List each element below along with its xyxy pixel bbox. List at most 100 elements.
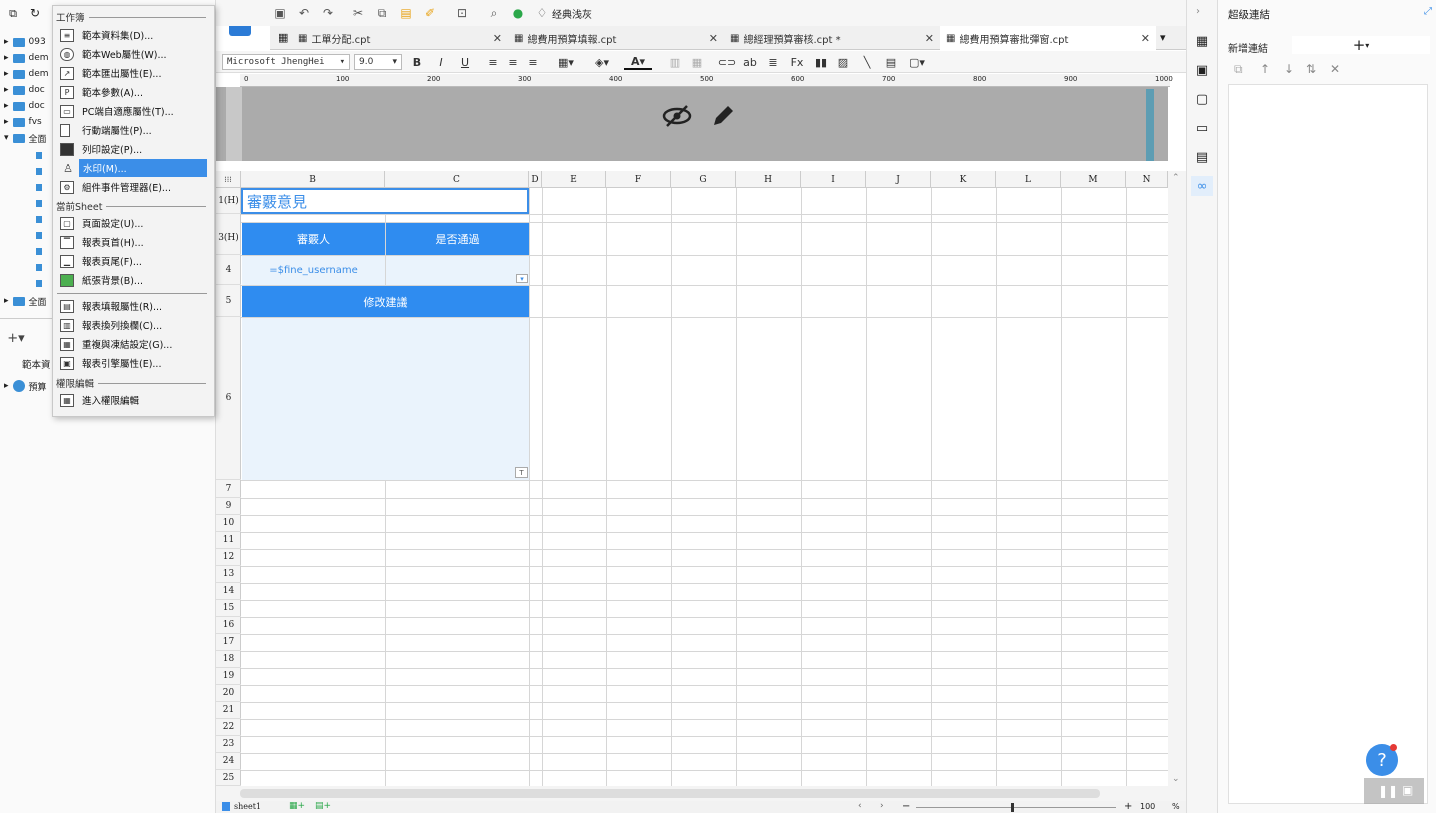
column-header[interactable]: C	[385, 171, 529, 188]
tree-item[interactable]: ▸ 093	[4, 34, 46, 50]
merge-icon[interactable]: ▥	[668, 54, 682, 70]
scroll-down-icon[interactable]: ⌄	[1172, 774, 1180, 784]
move-up-icon[interactable]: ↑	[1260, 62, 1270, 76]
tree-item[interactable]: ▸ fvs	[4, 114, 42, 130]
menu-item-export-attr[interactable]: ↗ 範本匯出屬性(E)...	[55, 64, 207, 82]
add-sheet-icon[interactable]: ▦+	[288, 801, 306, 811]
cell-attr-icon[interactable]: ▦	[1194, 33, 1210, 49]
file-item[interactable]	[36, 211, 46, 227]
help-button[interactable]: ?	[1366, 744, 1398, 776]
sheet-tab[interactable]: sheet1	[234, 802, 261, 811]
zoom-slider-handle[interactable]	[1011, 803, 1014, 812]
refresh-icon[interactable]: ↻	[28, 6, 42, 20]
menu-item-column-switch[interactable]: ▥ 報表換列換欄(C)...	[55, 316, 207, 334]
column-header[interactable]: J	[866, 171, 931, 188]
file-item[interactable]	[36, 179, 46, 195]
theme-label[interactable]: 经典浅灰	[552, 6, 592, 21]
font-color-icon[interactable]: A▾	[624, 54, 652, 70]
tree-item[interactable]: ▾ 全面	[4, 130, 47, 146]
suggestion-header-cell[interactable]: 修改建議	[242, 286, 529, 317]
column-header[interactable]: B	[241, 171, 385, 188]
widget-settings-icon[interactable]: ▭	[1194, 120, 1210, 136]
menu-item-pc-adaptive[interactable]: ▭ PC端自適應屬性(T)...	[55, 102, 207, 120]
tree-item[interactable]: ▸ dem	[4, 66, 49, 82]
row-header[interactable]: 9	[216, 498, 241, 515]
menu-item-paper-background[interactable]: 紙張背景(B)...	[55, 271, 207, 289]
menu-item-engine-attr[interactable]: ▣ 報表引擎屬性(E)...	[55, 354, 207, 372]
close-icon[interactable]: ✕	[925, 32, 934, 45]
tab-work-order[interactable]: ▦ 工單分配.cpt ✕	[292, 26, 508, 50]
row-header[interactable]: 22	[216, 719, 241, 736]
border-icon[interactable]: ▦▾	[554, 54, 578, 70]
tab-menu-icon[interactable]: ▾	[1160, 31, 1166, 44]
expand-icon[interactable]: ⤢	[1424, 6, 1432, 17]
float-element-icon[interactable]: ▢	[1194, 91, 1210, 107]
passed-header-cell[interactable]: 是否通過	[386, 223, 529, 255]
scroll-thumb[interactable]	[240, 789, 1100, 798]
preview-icon[interactable]: ⊡	[454, 5, 470, 21]
menu-item-parameters[interactable]: P 範本參數(A)...	[55, 83, 207, 101]
align-center-icon[interactable]: ≡	[506, 54, 520, 70]
title-cell[interactable]: 審覈意見	[241, 188, 529, 214]
zoom-out-icon[interactable]: −	[902, 801, 910, 812]
picture-icon[interactable]: ▨	[836, 54, 850, 70]
column-header[interactable]: I	[801, 171, 866, 188]
menu-item-event-manager[interactable]: ⚙ 組件事件管理器(E)...	[55, 178, 207, 196]
align-left-icon[interactable]: ≡	[486, 54, 500, 70]
scroll-up-icon[interactable]: ⌃	[1172, 173, 1180, 183]
row-header[interactable]: 10	[216, 515, 241, 532]
tab-approval-popup[interactable]: ▦ 總費用預算審批彈窗.cpt ✕	[940, 26, 1156, 50]
next-sheet-icon[interactable]: ›	[880, 801, 884, 811]
cell-element-icon[interactable]: ▣	[1194, 62, 1210, 78]
link-list[interactable]	[1228, 84, 1428, 804]
column-header[interactable]: K	[931, 171, 996, 188]
new-folder-icon[interactable]: ⧉	[6, 7, 20, 21]
file-item[interactable]	[36, 163, 46, 179]
spreadsheet-grid[interactable]: 審覈意見 審覈人 是否通過 =$fine_username ▾ 修改建議 T	[241, 188, 1168, 786]
font-size-select[interactable]: 9.0 ▾	[354, 54, 402, 70]
row-header[interactable]: 14	[216, 583, 241, 600]
tab-budget-fill[interactable]: ▦ 總費用預算填報.cpt ✕	[508, 26, 724, 50]
suggestion-textarea-cell[interactable]: T	[242, 318, 529, 480]
hyperlink-icon[interactable]: ∞	[1191, 176, 1213, 196]
dropdown-widget-icon[interactable]: ▾	[516, 274, 528, 283]
vertical-scrollbar[interactable]: ⌃ ⌄	[1168, 171, 1186, 786]
approver-header-cell[interactable]: 審覈人	[242, 223, 385, 255]
close-icon[interactable]: ✕	[1141, 32, 1150, 45]
zoom-slider[interactable]	[916, 807, 1116, 808]
text-icon[interactable]: ab	[742, 54, 758, 70]
textarea-widget-icon[interactable]: T	[515, 467, 528, 478]
add-datasource-icon[interactable]: +▾	[6, 331, 26, 346]
row-header[interactable]: 20	[216, 685, 241, 702]
unmerge-icon[interactable]: ▦	[690, 54, 704, 70]
check-icon[interactable]: ●	[510, 5, 526, 21]
column-header[interactable]: E	[542, 171, 606, 188]
menu-item-freeze[interactable]: ▦ 重複與凍結設定(G)...	[55, 335, 207, 353]
row-header[interactable]: 3(H)	[216, 222, 241, 255]
row-header[interactable]: 16	[216, 617, 241, 634]
passed-select-cell[interactable]: ▾	[386, 256, 529, 285]
screen-icon[interactable]: ▣	[1402, 783, 1413, 797]
row-header[interactable]: 7	[216, 480, 241, 498]
pause-icon[interactable]: ❚❚	[1378, 784, 1398, 798]
tree-item[interactable]: ▸ dem	[4, 50, 49, 66]
menu-item-dataset[interactable]: ≡ 範本資料集(D)...	[55, 26, 207, 44]
username-formula-cell[interactable]: =$fine_username	[242, 256, 385, 285]
align-right-icon[interactable]: ≡	[526, 54, 540, 70]
row-header[interactable]: 12	[216, 549, 241, 566]
menu-item-page-setup[interactable]: ▢ 頁面設定(U)...	[55, 214, 207, 232]
row-header[interactable]: 5	[216, 285, 241, 317]
sort-icon[interactable]: ⇅	[1306, 62, 1316, 76]
select-all-corner[interactable]: ⁝⁝⁝	[216, 171, 241, 188]
column-header[interactable]: D	[529, 171, 542, 188]
delete-icon[interactable]: ✕	[1330, 62, 1340, 76]
format-painter-icon[interactable]: ✐	[422, 5, 438, 21]
font-family-select[interactable]: Microsoft JhengHei ▾	[222, 54, 350, 70]
zoom-value[interactable]: 100	[1140, 802, 1155, 811]
move-down-icon[interactable]: ↓	[1284, 62, 1294, 76]
file-item[interactable]	[36, 259, 46, 275]
hide-eye-icon[interactable]	[660, 101, 694, 131]
paragraph-icon[interactable]: ≣	[766, 54, 780, 70]
menu-item-report-header[interactable]: ▔ 報表頁首(H)...	[55, 233, 207, 251]
slash-icon[interactable]: ╲	[860, 54, 874, 70]
